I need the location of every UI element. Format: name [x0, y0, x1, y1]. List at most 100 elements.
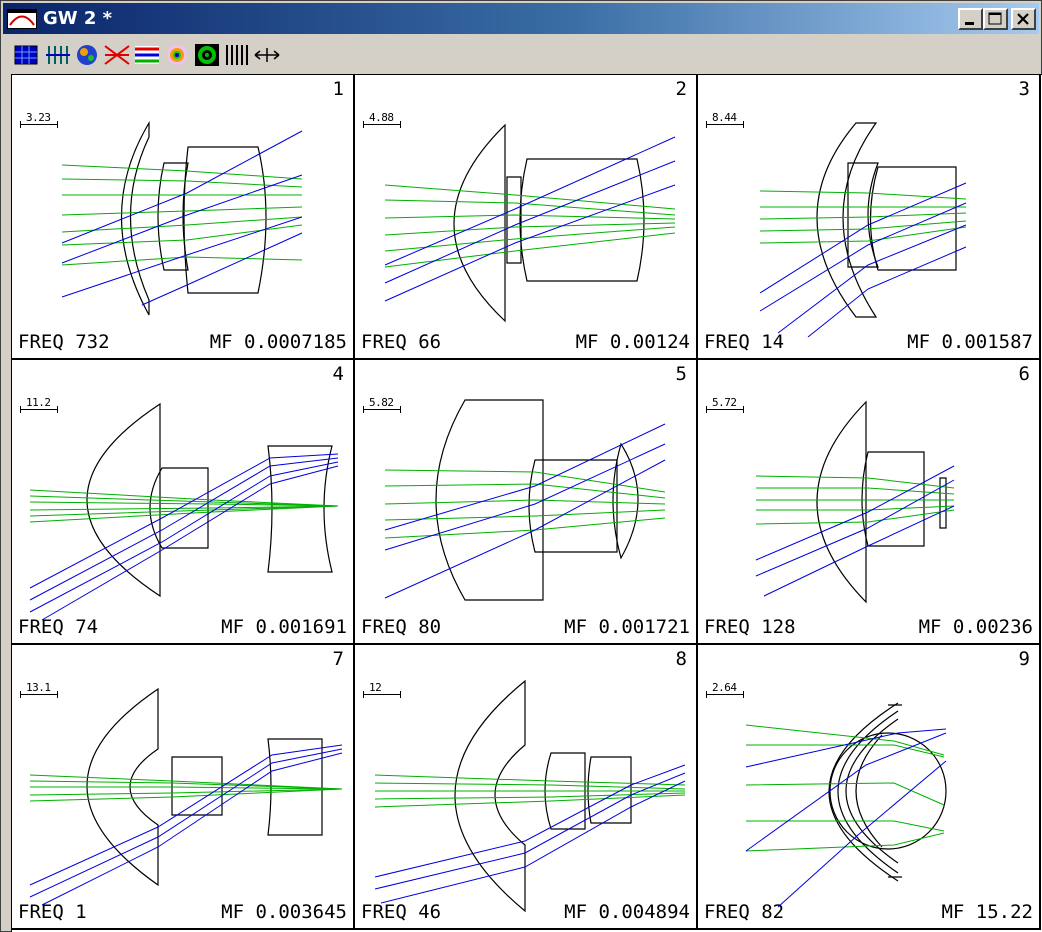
lens-elements: [828, 702, 947, 882]
psf-button[interactable]: [163, 40, 191, 68]
panel-number: 8: [675, 648, 687, 670]
merit-function-label: MF 15.22: [941, 901, 1033, 923]
close-button[interactable]: [1011, 8, 1036, 30]
ray-fan-button[interactable]: [103, 40, 131, 68]
scale-label: 11.2: [26, 396, 51, 409]
close-icon: [1017, 13, 1029, 25]
scale-bar: 4.88: [363, 111, 403, 131]
title-bar[interactable]: GW 2 *: [3, 3, 1039, 34]
panel-number: 6: [1018, 363, 1030, 385]
scale-bar: 12: [363, 681, 403, 701]
scale-label: 5.72: [712, 396, 737, 409]
lens-elements: [454, 679, 632, 913]
freq-label: FREQ 80: [361, 616, 442, 638]
scale-label: 5.82: [369, 396, 394, 409]
lens-panel-8[interactable]: 8 12 FREQ 46 MF 0.004894: [355, 645, 698, 930]
maximize-icon: [988, 12, 1002, 25]
merit-function-label: MF 0.00236: [918, 616, 1033, 638]
offaxis-rays: [384, 136, 676, 302]
tolerance-icon: [46, 46, 70, 64]
grid-lines-button[interactable]: [223, 40, 251, 68]
axial-rays: [374, 774, 686, 808]
panel-number: 4: [332, 363, 344, 385]
axial-rays: [29, 774, 343, 802]
freq-label: FREQ 82: [704, 901, 785, 923]
merit-function-label: MF 0.001721: [564, 616, 690, 638]
lens-panel-4[interactable]: 4 11.2 FREQ 74 MF 0.001691: [12, 360, 355, 645]
scale-label: 3.23: [26, 111, 51, 124]
lens-panel-7[interactable]: 7 13.1 FREQ 1 MF 0.003645: [12, 645, 355, 930]
axial-rays: [759, 190, 967, 244]
scale-bar: 13.1: [20, 681, 60, 701]
mtf-target-icon: [195, 44, 219, 66]
scale-bar: 3.23: [20, 111, 60, 131]
scale-bar: 5.72: [706, 396, 746, 416]
scale-bar: 11.2: [20, 396, 60, 416]
offaxis-rays: [384, 423, 666, 599]
lens-panel-6[interactable]: 6 5.72 FREQ 128 MF 0.00236: [698, 360, 1041, 645]
move-arrows-button[interactable]: [253, 40, 281, 68]
move-arrows-icon: [254, 48, 280, 62]
panel-number: 3: [1018, 78, 1030, 100]
scale-label: 8.44: [712, 111, 737, 124]
minimize-icon: [965, 22, 974, 25]
app-icon[interactable]: [7, 9, 37, 29]
lens-elements: [121, 120, 267, 316]
panel-number: 2: [675, 78, 687, 100]
layout-icon: [14, 45, 38, 65]
scale-bar: 5.82: [363, 396, 403, 416]
application-window: GW 2 * 1 3.23 FREQ 732 MF 0.0007185 2 4.…: [0, 0, 1042, 932]
scale-bar: 8.44: [706, 111, 746, 131]
merit-function-label: MF 0.0007185: [209, 331, 347, 353]
offaxis-rays: [29, 453, 339, 621]
freq-label: FREQ 46: [361, 901, 442, 923]
merit-function-label: MF 0.00124: [575, 331, 690, 353]
panel-number: 5: [675, 363, 687, 385]
offaxis-rays: [29, 744, 343, 906]
lens-panel-5[interactable]: 5 5.82 FREQ 80 MF 0.001721: [355, 360, 698, 645]
scale-label: 2.64: [712, 681, 737, 694]
color-sphere-icon: [77, 45, 97, 65]
merit-function-label: MF 0.003645: [221, 901, 347, 923]
offaxis-rays: [745, 728, 947, 908]
panel-number: 1: [332, 78, 344, 100]
lens-panel-3[interactable]: 3 8.44 FREQ 14 MF 0.001587: [698, 75, 1041, 360]
freq-label: FREQ 66: [361, 331, 442, 353]
axial-rays: [384, 184, 676, 268]
freq-label: FREQ 14: [704, 331, 785, 353]
spot-diagram-icon: [135, 46, 159, 64]
offaxis-rays: [374, 764, 686, 904]
freq-label: FREQ 732: [18, 331, 110, 353]
grid-lines-icon: [226, 45, 248, 65]
panel-number: 9: [1018, 648, 1030, 670]
merit-function-label: MF 0.001587: [907, 331, 1033, 353]
merit-function-label: MF 0.004894: [564, 901, 690, 923]
color-sphere-button[interactable]: [73, 40, 101, 68]
scale-label: 13.1: [26, 681, 51, 694]
ray-fan-icon: [104, 45, 130, 65]
lens-design-grid: 1 3.23 FREQ 732 MF 0.0007185 2 4.88 FREQ…: [11, 74, 1042, 932]
tolerance-button[interactable]: [43, 40, 71, 68]
freq-label: FREQ 74: [18, 616, 99, 638]
panel-number: 7: [332, 648, 344, 670]
scale-label: 12: [369, 681, 382, 694]
mtf-target-button[interactable]: [193, 40, 221, 68]
freq-label: FREQ 1: [18, 901, 87, 923]
scale-label: 4.88: [369, 111, 394, 124]
lens-panel-2[interactable]: 2 4.88 FREQ 66 MF 0.00124: [355, 75, 698, 360]
merit-function-label: MF 0.001691: [221, 616, 347, 638]
lens-panel-1[interactable]: 1 3.23 FREQ 732 MF 0.0007185: [12, 75, 355, 360]
layout-button[interactable]: [13, 40, 41, 68]
maximize-button[interactable]: [983, 8, 1008, 30]
lens-panel-9[interactable]: 9 2.64 FREQ 82 MF 15.22: [698, 645, 1041, 930]
axial-rays: [384, 469, 666, 539]
minimize-button[interactable]: [958, 8, 983, 30]
offaxis-rays: [759, 182, 967, 338]
spot-diagram-button[interactable]: [133, 40, 161, 68]
window-title: GW 2 *: [43, 8, 113, 29]
toolbar: [3, 36, 1039, 72]
freq-label: FREQ 128: [704, 616, 796, 638]
scale-bar: 2.64: [706, 681, 746, 701]
lens-elements: [816, 400, 947, 604]
psf-icon: [167, 45, 187, 65]
